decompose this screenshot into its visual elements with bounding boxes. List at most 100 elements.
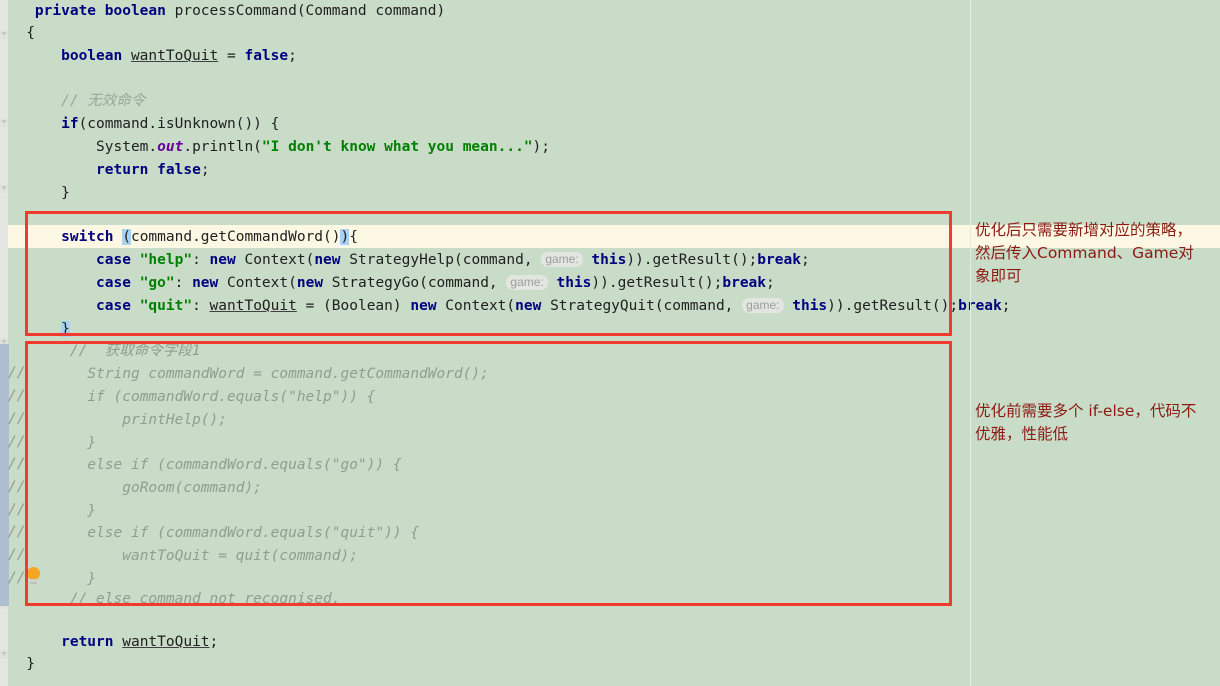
- matching-paren-open: (: [122, 229, 131, 245]
- comment-get-command-word: // 获取命令字段1: [69, 343, 201, 359]
- comment-slash-prefix: //: [8, 479, 26, 495]
- commented-code: wantToQuit = quit(command);: [87, 548, 358, 564]
- code-line-case-go: case "go": new Context(new StrategyGo(co…: [0, 272, 970, 294]
- keyword-if: if: [61, 116, 79, 132]
- method-signature: processCommand(Command command): [174, 3, 446, 19]
- switch-expression: command.getCommandWord(): [130, 229, 341, 245]
- keyword-return: return: [61, 634, 114, 650]
- comment-slash-prefix: //: [8, 456, 26, 472]
- strategy-ctor: StrategyHelp(command,: [340, 252, 542, 268]
- case-colon: :: [174, 275, 193, 291]
- brace-close-method: }: [26, 656, 35, 672]
- context-ctor: Context(: [235, 252, 315, 268]
- code-line-if-unknown: if(command.isUnknown()) {: [0, 113, 970, 135]
- code-line-case-help: case "help": new Context(new StrategyHel…: [0, 249, 970, 271]
- code-line-println: System.out.println("I don't know what yo…: [0, 136, 970, 158]
- keyword-case: case: [96, 298, 131, 314]
- keyword-case: case: [96, 275, 131, 291]
- annotation-after-optimization: 优化后只需要新增对应的策略，然后传入Command、Game对象即可: [975, 221, 1194, 285]
- code-line-commented: }: [0, 432, 970, 454]
- semicolon: ;: [800, 252, 810, 268]
- lightbulb-base-lower: [30, 582, 37, 584]
- comment-slash-prefix: //: [8, 547, 26, 563]
- comment-slash-prefix: //: [8, 365, 26, 381]
- parameter-hint-game: game:: [541, 252, 583, 267]
- keyword-break: break: [757, 252, 801, 268]
- context-ctor: Context(: [436, 298, 516, 314]
- keyword-new: new: [296, 275, 324, 291]
- field-out: out: [157, 139, 184, 155]
- case-label-go: "go": [139, 275, 175, 291]
- panel-divider: [970, 0, 971, 686]
- keyword-this: this: [556, 275, 592, 291]
- code-line-commented: String commandWord = command.getCommandW…: [0, 363, 970, 385]
- code-line-commented: goRoom(command);: [0, 477, 970, 499]
- comment-slash-prefix: //: [8, 434, 26, 450]
- cast-boolean: = (Boolean): [296, 298, 411, 314]
- code-line-case-quit: case "quit": wantToQuit = (Boolean) new …: [0, 295, 1011, 317]
- case-label-quit: "quit": [139, 298, 193, 314]
- comment-invalid-command: // 无效命令: [61, 93, 146, 109]
- code-line-close-if: }: [0, 182, 970, 204]
- code-line-return: return wantToQuit;: [0, 631, 970, 653]
- lightbulb-icon[interactable]: [26, 567, 42, 587]
- keyword-case: case: [96, 252, 131, 268]
- keyword-new: new: [410, 298, 437, 314]
- keyword-this: this: [792, 298, 828, 314]
- context-ctor: Context(: [218, 275, 297, 291]
- code-editor[interactable]: private boolean processCommand(Command c…: [0, 0, 1220, 686]
- case-colon: :: [192, 298, 210, 314]
- code-line-comment-invalid: // 无效命令: [0, 90, 970, 112]
- commented-code: }: [87, 503, 97, 519]
- keyword-new: new: [192, 275, 219, 291]
- getresult-call: )).getResult();: [626, 252, 758, 268]
- code-line-commented: printHelp();: [0, 409, 970, 431]
- code-line-return-false: return false;: [0, 159, 970, 181]
- comment-slash-prefix: //: [8, 570, 26, 586]
- code-line-commented: wantToQuit = quit(command);: [0, 545, 970, 567]
- annotation-before-optimization: 优化前需要多个 if-else，代码不优雅，性能低: [975, 402, 1197, 443]
- case-label-help: "help": [139, 252, 193, 268]
- commented-code: else if (commandWord.equals("quit")) {: [87, 525, 420, 541]
- semicolon: ;: [288, 48, 297, 64]
- brace-open: {: [26, 25, 35, 41]
- code-content[interactable]: private boolean processCommand(Command c…: [0, 0, 1011, 686]
- strategy-ctor: StrategyGo(command,: [323, 275, 507, 291]
- variable-wanttoquit: wantToQuit: [130, 48, 219, 64]
- keyword-new: new: [314, 252, 341, 268]
- keyword-boolean: boolean: [61, 48, 123, 64]
- getresult-call: )).getResult();: [591, 275, 723, 291]
- commented-code: }: [87, 571, 97, 587]
- code-line-signature: private boolean processCommand(Command c…: [0, 0, 970, 22]
- literal-false: false: [157, 162, 201, 178]
- code-line-close-switch: }: [0, 318, 970, 340]
- getresult-call: )).getResult();: [827, 298, 959, 314]
- code-line-close-method: }: [0, 653, 970, 675]
- keyword-break: break: [958, 298, 1002, 314]
- code-line-local-var: boolean wantToQuit = false;: [0, 45, 970, 67]
- commented-code: }: [87, 435, 97, 451]
- strategy-ctor: StrategyQuit(command,: [541, 298, 743, 314]
- keyword-return: return: [96, 162, 149, 178]
- matching-paren-close: ): [340, 229, 350, 245]
- commented-code: String commandWord = command.getCommandW…: [87, 366, 489, 382]
- commented-code: printHelp();: [87, 412, 227, 428]
- semicolon: ;: [209, 634, 219, 650]
- code-line-open-brace: {: [0, 22, 970, 44]
- if-condition: (command.isUnknown()) {: [78, 116, 280, 132]
- code-line-commented: else if (commandWord.equals("go")) {: [0, 454, 970, 476]
- comment-slash-prefix: //: [8, 502, 26, 518]
- comment-slash-prefix: //: [8, 411, 26, 427]
- parameter-hint-game: game:: [742, 298, 784, 313]
- keyword-break: break: [722, 275, 767, 291]
- keyword-new: new: [209, 252, 236, 268]
- comment-slash-prefix: //: [8, 388, 26, 404]
- string-literal-unknown: "I don't know what you mean...": [261, 139, 533, 155]
- commented-code: if (commandWord.equals("help")) {: [87, 389, 376, 405]
- commented-code: goRoom(command);: [87, 480, 262, 496]
- keyword-switch: switch: [61, 229, 114, 245]
- code-line-commented: }: [0, 568, 970, 590]
- switch-space: [114, 229, 123, 245]
- brace-close-switch: }: [61, 321, 70, 337]
- literal-false: false: [244, 48, 289, 64]
